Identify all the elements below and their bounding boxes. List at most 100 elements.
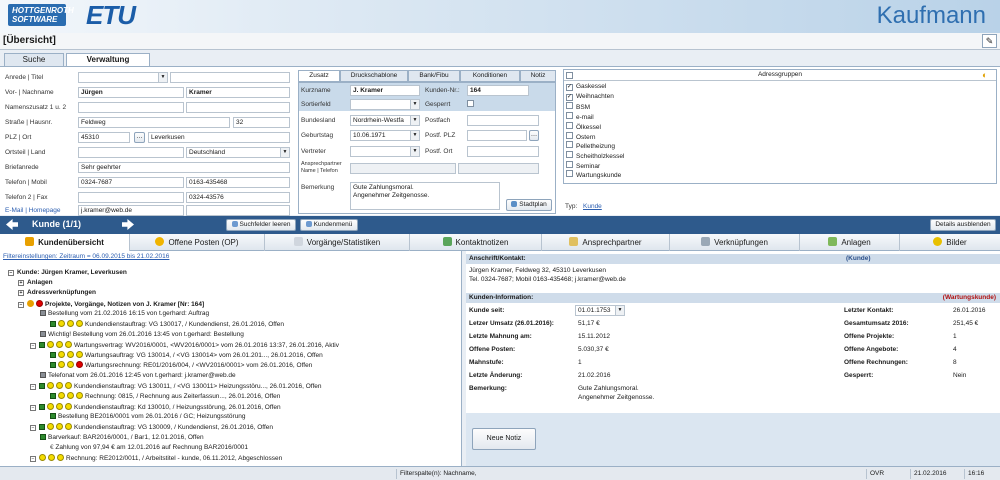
collapse-icon[interactable]: − [30, 456, 36, 463]
group-checkbox[interactable]: ✓ [566, 84, 573, 91]
tree-item[interactable]: − Kundendienstauftrag: Kd 130010, / Heizu… [30, 402, 281, 412]
strasse-field[interactable]: Feldweg [78, 117, 230, 128]
fax-field[interactable]: 0324-43576 [186, 192, 290, 203]
kundenmenue-button[interactable]: Kundenmenü [300, 219, 358, 231]
arrow-right-icon[interactable] [122, 219, 134, 230]
namenszusatz2-field[interactable] [186, 102, 290, 113]
plz-field[interactable]: 45310 [78, 132, 130, 143]
sortierfeld-select[interactable]: ▼ [350, 99, 420, 110]
tree-root[interactable]: − Kunde: Jürgen Kramer, Leverkusen [8, 269, 127, 277]
expand-icon[interactable]: + [18, 280, 24, 286]
tab-vorgaenge[interactable]: Vorgänge/Statistiken [265, 234, 410, 251]
email-label[interactable]: E-Mail | Homepage [5, 207, 61, 214]
group-checkbox[interactable] [566, 150, 573, 158]
postf-plz-field[interactable] [467, 130, 527, 141]
tree-item[interactable]: Telefonat vom 26.01.2016 12:45 von t.ger… [40, 371, 236, 380]
tab-zusatz[interactable]: Zusatz [298, 70, 340, 82]
collapse-icon[interactable]: − [18, 301, 24, 308]
group-checkbox[interactable]: ✓ [566, 93, 573, 101]
tree-item[interactable]: − Kundendienstauftrag: VG 130011, / <VG 1… [30, 382, 322, 391]
tab-anlagen[interactable]: Anlagen [800, 234, 900, 251]
homepage-field[interactable] [186, 205, 290, 216]
land-select[interactable]: Deutschland ▼ [186, 147, 290, 158]
tab-kundenuebersicht[interactable]: Kundenübersicht [0, 234, 130, 251]
tree-item[interactable]: − Projekte, Vorgänge, Notizen von J. Kram… [18, 299, 204, 309]
tree-item[interactable]: Rechnung: 0815, / Rechnung aus Zeiterfas… [50, 392, 280, 401]
briefanrede-field[interactable]: Sehr geehrter [78, 162, 290, 173]
filter-link[interactable]: Filtereinstellungen: Zeitraum = 06.09.20… [3, 253, 169, 261]
telefon-field[interactable]: 0324-7687 [78, 177, 184, 188]
chevron-down-icon[interactable]: ▼ [410, 147, 419, 156]
tab-notiz[interactable]: Notiz [520, 70, 556, 82]
kunde-seit-field[interactable]: 01.01.1753 ▼ [575, 305, 625, 316]
namenszusatz1-field[interactable] [78, 102, 184, 113]
bemerkung-field[interactable]: Gute Zahlungsmoral. Angenehmer Zeitgenoss… [350, 182, 500, 210]
mobil-field[interactable]: 0163-435468 [186, 177, 290, 188]
tree-item[interactable]: Kundendienstauftrag: VG 130017, / Kunden… [50, 320, 284, 329]
bundesland-select[interactable]: Nordrhein-Westfa ▼ [350, 115, 420, 126]
tree-item[interactable]: − Wartungsvertrag: WV2016/0001, <WV2016/0… [30, 340, 339, 350]
group-checkbox[interactable] [566, 131, 573, 139]
expand-icon[interactable]: + [18, 290, 24, 297]
tree-item[interactable]: + Anlagen [18, 279, 53, 287]
group-settings-icon[interactable]: ◐ [982, 70, 994, 80]
group-item[interactable]: e-mail [566, 112, 594, 121]
group-item[interactable]: Scheitholzkessel [566, 150, 624, 160]
neue-notiz-button[interactable]: Neue Notiz [472, 428, 536, 450]
group-item[interactable]: Ölkessel [566, 121, 601, 131]
tab-konditionen[interactable]: Konditionen [460, 70, 520, 82]
stadtplan-button[interactable]: Stadtplan [506, 199, 552, 211]
collapse-icon[interactable]: − [30, 425, 36, 432]
group-item[interactable]: Wartungskunde [566, 170, 621, 179]
ortsteil-field[interactable] [78, 147, 184, 158]
vertreter-select[interactable]: ▼ [350, 146, 420, 157]
postf-ort-field[interactable] [467, 146, 539, 157]
group-checkbox[interactable] [566, 112, 573, 120]
group-checkbox[interactable] [566, 141, 573, 149]
tree-item[interactable]: Wartungsrechnung: RE01/2016/004, / <WV20… [50, 361, 312, 370]
collapse-icon[interactable]: − [30, 404, 36, 411]
details-ausblenden-button[interactable]: Details ausblenden [930, 219, 996, 231]
tab-bilder[interactable]: Bilder [900, 234, 1000, 251]
tab-verwaltung[interactable]: Verwaltung [66, 53, 150, 67]
titel-field[interactable] [170, 72, 290, 83]
collapse-icon[interactable]: − [30, 342, 36, 349]
group-checkbox[interactable] [566, 160, 573, 168]
collapse-icon[interactable]: − [8, 270, 14, 276]
group-item[interactable]: Ostern [566, 131, 596, 141]
tab-verknuepfungen[interactable]: Verknüpfungen [670, 234, 800, 251]
tab-offene-posten[interactable]: Offene Posten (OP) [130, 234, 265, 251]
suchfelder-leeren-button[interactable]: Suchfelder leeren [226, 219, 296, 231]
ort-field[interactable]: Leverkusen [148, 132, 290, 143]
tree-item[interactable]: + Adressverknüpfungen [18, 289, 96, 297]
tree-item[interactable]: Bestellung vom 21.02.2016 16:15 von t.ge… [40, 309, 209, 318]
tree-item[interactable]: − Kundendienstauftrag: VG 130009, / Kunde… [30, 423, 273, 432]
collapse-icon[interactable]: − [30, 384, 36, 390]
chevron-down-icon[interactable]: ▼ [410, 116, 419, 125]
postfach-field[interactable] [467, 115, 539, 126]
nachname-field[interactable]: Kramer [186, 87, 290, 98]
tree-item[interactable]: Wichtig! Bestellung vom 26.01.2016 13:45… [40, 330, 244, 339]
group-item[interactable]: Pelletheizung [566, 141, 615, 150]
geburtstag-field[interactable]: 10.06.1971 ▼ [350, 130, 420, 141]
email-field[interactable]: j.kramer@web.de [78, 205, 184, 216]
group-item[interactable]: ✓ Gaskessel [566, 83, 606, 91]
tree-item[interactable]: Bestellung BE2016/0001 vom 26.01.2016 / … [50, 412, 246, 421]
vorname-field[interactable]: Jürgen [78, 87, 184, 98]
plz-lookup-button[interactable]: … [134, 132, 145, 143]
chevron-down-icon[interactable]: ▼ [158, 73, 167, 82]
tree-item[interactable]: Wartungsauftrag: VG 130014, / <VG 130014… [50, 351, 323, 360]
tree-item[interactable]: € Zahlung von 97,94 € am 12.01.2016 auf … [50, 444, 248, 452]
group-checkbox[interactable] [566, 102, 573, 110]
kundennr-field[interactable]: 164 [467, 85, 529, 96]
group-checkbox[interactable] [566, 170, 573, 178]
tab-druckschablone[interactable]: Druckschablone [340, 70, 408, 82]
group-item[interactable]: BSM [566, 102, 590, 111]
tree-item[interactable]: − Rechnung: RE2012/0011, / Arbeitstitel -… [30, 454, 282, 463]
chevron-down-icon[interactable]: ▼ [410, 100, 419, 109]
tab-bank-fibu[interactable]: Bank/Fibu [408, 70, 460, 82]
ansprechpartner-telefon-field[interactable] [458, 163, 539, 174]
select-all-checkbox[interactable] [566, 72, 573, 79]
gesperrt-checkbox[interactable] [467, 100, 474, 107]
postf-plz-lookup-button[interactable]: … [529, 130, 539, 141]
